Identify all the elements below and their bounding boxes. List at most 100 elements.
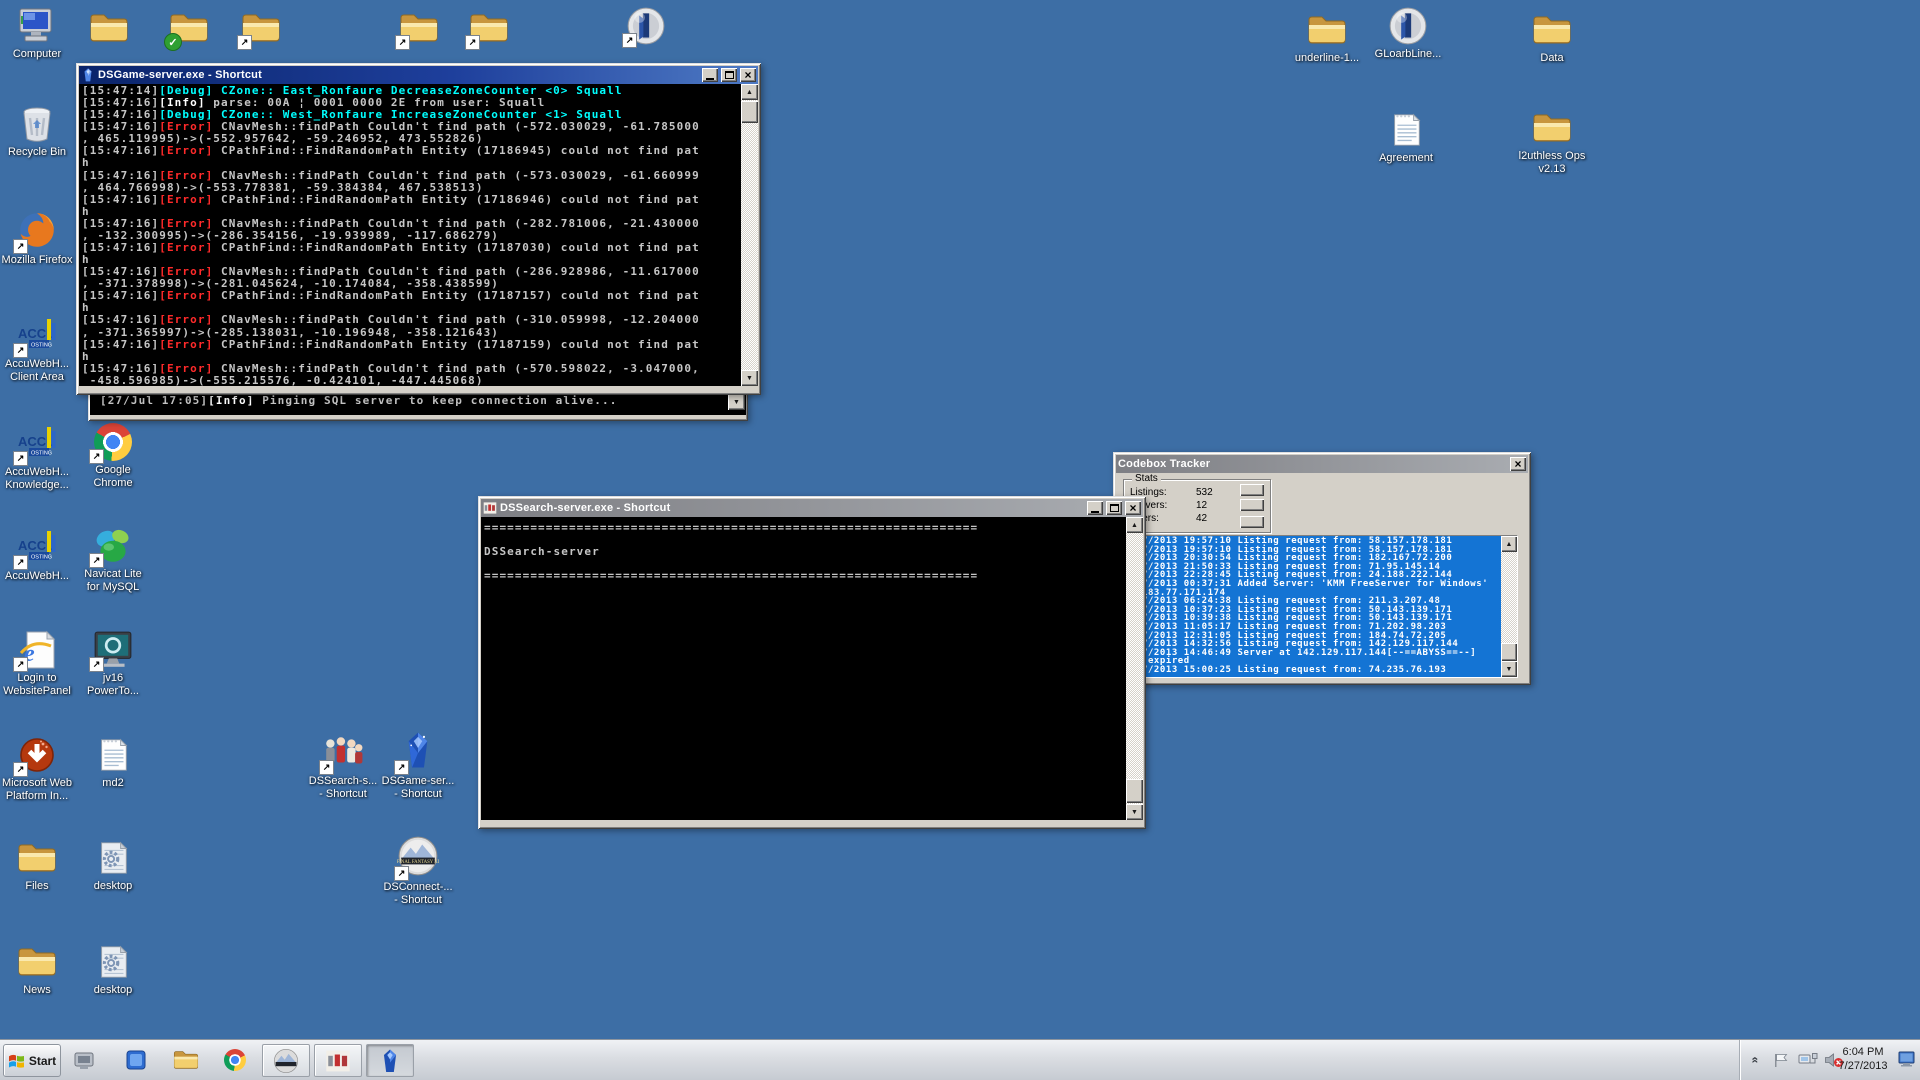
dsgame-console[interactable]: [15:47:14][Debug] CZone:: East_Ronfaure … — [79, 84, 758, 386]
taskbar[interactable]: Start « — [0, 1039, 1920, 1080]
web-platform-installer-icon: ↗ — [16, 735, 58, 775]
shortcut-arrow-icon: ↗ — [13, 343, 28, 358]
desktop-icon-underline[interactable]: underline-1... — [1288, 10, 1366, 65]
scroll-down-icon[interactable]: ▼ — [1126, 804, 1143, 820]
check-badge-icon: ✓ — [164, 33, 182, 51]
tray-flag-icon[interactable] — [1772, 1052, 1790, 1073]
shortcut-arrow-icon: ↗ — [319, 760, 334, 775]
desktop-icon-dsconnect-shortcut[interactable]: FINAL FANTASY XI ↗ DSConnect-... - Short… — [379, 833, 457, 907]
scroll-down-icon[interactable]: ▼ — [728, 394, 745, 410]
desktop-icon-dssearch-shortcut[interactable]: ↗ DSSearch-s... - Shortcut — [304, 733, 382, 801]
scroll-up-icon[interactable]: ▲ — [741, 84, 758, 100]
quicklaunch-chrome[interactable] — [222, 1047, 248, 1073]
desktop-icon-computer[interactable]: Computer — [0, 6, 76, 61]
window-dsgame-server[interactable]: DSGame-server.exe - Shortcut × [15:47:14… — [76, 63, 761, 395]
desktop-icon-accuweb-third[interactable]: ACCUOSTING ↗ AccuWebH... — [0, 528, 76, 583]
desktop-icon-l2uthless[interactable]: l2uthless Ops v2.13 — [1513, 108, 1591, 176]
desktop-icon-folder-shortcut-2[interactable]: ↗ — [380, 8, 458, 48]
quicklaunch-system-tool[interactable] — [71, 1047, 97, 1073]
dsgame-titlebar[interactable]: DSGame-server.exe - Shortcut × — [79, 66, 758, 84]
icon-label: jv16 PowerTo... — [87, 672, 139, 698]
quicklaunch-explorer[interactable] — [173, 1047, 199, 1073]
scroll-thumb[interactable] — [1126, 779, 1143, 803]
chrome-icon: ↗ — [92, 422, 134, 462]
desktop-icon-folder-1[interactable] — [70, 8, 148, 48]
silver-orb-icon — [1387, 6, 1429, 46]
recycle-bin-icon — [16, 104, 58, 144]
taskbar-button-dsconnect[interactable] — [262, 1044, 310, 1077]
desktop-icon-accuweb-client[interactable]: ACCUOSTING ↗ AccuWebH... Client Area — [0, 316, 76, 384]
desktop-icon-desktop-ini-1[interactable]: desktop — [74, 838, 152, 893]
stat-users-value: 42 — [1196, 513, 1207, 524]
folder-shortcut-icon: ↗ — [240, 8, 282, 48]
desktop-icon-folder-shortcut-3[interactable]: ↗ — [450, 8, 528, 48]
scroll-down-icon[interactable]: ▼ — [1501, 661, 1517, 677]
scroll-down-icon[interactable]: ▼ — [741, 370, 758, 386]
tray-network-icon[interactable] — [1798, 1052, 1818, 1073]
window-codebox-tracker[interactable]: Codebox Tracker × Stats Listings: 532 Se… — [1113, 452, 1531, 685]
taskbar-button-dssearch[interactable] — [314, 1044, 362, 1077]
desktop[interactable]: Computer ✓ ↗ ↗ ↗ ↗ — [0, 0, 1920, 1080]
window-dssearch-server[interactable]: DSSearch-server.exe - Shortcut × =======… — [478, 496, 1146, 829]
maximize-button[interactable] — [721, 68, 737, 82]
silver-orb-icon: ↗ — [625, 6, 667, 46]
desktop-icon-ms-web-platform[interactable]: ↗ Microsoft Web Platform In... — [0, 735, 76, 803]
shortcut-arrow-icon: ↗ — [394, 866, 409, 881]
icon-label: News — [23, 984, 51, 997]
tracker-log-listbox[interactable]: 7/2013 19:57:10 Listing request from: 58… — [1123, 535, 1518, 678]
desktop-icon-jv16[interactable]: ↗ jv16 PowerTo... — [74, 630, 152, 698]
desktop-icon-files[interactable]: Files — [0, 838, 76, 893]
codebox-titlebar[interactable]: Codebox Tracker × — [1116, 455, 1528, 473]
start-button[interactable]: Start — [3, 1044, 61, 1077]
dsgame-console-output: [15:47:14][Debug] CZone:: East_Ronfaure … — [79, 84, 741, 386]
icon-label: Files — [25, 880, 48, 893]
text-document-icon — [92, 735, 134, 775]
desktop-icon-md2[interactable]: md2 — [74, 735, 152, 790]
shortcut-arrow-icon: ↗ — [13, 762, 28, 777]
maximize-button[interactable] — [1106, 501, 1122, 515]
desktop-icon-folder-checked[interactable]: ✓ — [150, 8, 228, 48]
quicklaunch-blue-app[interactable] — [123, 1047, 149, 1073]
shortcut-arrow-icon: ↗ — [395, 35, 410, 50]
desktop-icon-login-websitepanel[interactable]: e ↗ Login to WebsitePanel — [0, 630, 76, 698]
desktop-icon-navicat[interactable]: ↗ Navicat Lite for MySQL — [74, 526, 152, 594]
stats-button-3[interactable] — [1240, 516, 1264, 528]
close-button[interactable]: × — [740, 68, 756, 82]
show-desktop-button[interactable] — [1898, 1050, 1918, 1073]
minimize-button[interactable] — [702, 68, 718, 82]
desktop-icon-desktop-ini-2[interactable]: desktop — [74, 942, 152, 997]
shortcut-arrow-icon: ↗ — [622, 33, 637, 48]
dssearch-console[interactable]: ========================================… — [481, 517, 1143, 820]
icon-label: l2uthless Ops v2.13 — [1519, 150, 1586, 176]
desktop-icon-app-shortcut-top[interactable]: ↗ — [607, 6, 685, 46]
scroll-thumb[interactable] — [741, 101, 758, 123]
dsgame-scrollbar[interactable]: ▲ ▼ — [741, 84, 758, 386]
clock-time: 6:04 PM — [1832, 1045, 1894, 1059]
desktop-icon-folder-shortcut-1[interactable]: ↗ — [222, 8, 300, 48]
text-document-icon — [1385, 110, 1427, 150]
desktop-icon-gloarbline[interactable]: GLoarbLine... — [1369, 6, 1447, 61]
tray-clock[interactable]: 6:04 PM 7/27/2013 — [1832, 1045, 1894, 1073]
close-button[interactable]: × — [1125, 501, 1141, 515]
desktop-icon-agreement[interactable]: Agreement — [1367, 110, 1445, 165]
desktop-icon-firefox[interactable]: ↗ Mozilla Firefox — [0, 208, 76, 267]
scroll-up-icon[interactable]: ▲ — [1501, 536, 1517, 552]
tray-chevron-icon[interactable]: « — [1748, 1057, 1762, 1064]
close-button[interactable]: × — [1510, 457, 1526, 471]
taskbar-button-dsgame[interactable] — [366, 1044, 414, 1077]
desktop-icon-recycle-bin[interactable]: Recycle Bin — [0, 104, 76, 159]
stats-button-2[interactable] — [1240, 499, 1264, 511]
scroll-up-icon[interactable]: ▲ — [1126, 517, 1143, 533]
dssearch-scrollbar[interactable]: ▲ ▼ — [1126, 517, 1143, 820]
stats-button-1[interactable] — [1240, 484, 1264, 496]
minimize-button[interactable] — [1087, 501, 1103, 515]
desktop-icon-data[interactable]: Data — [1513, 10, 1591, 65]
scroll-thumb[interactable] — [1501, 643, 1517, 661]
dssearch-titlebar[interactable]: DSSearch-server.exe - Shortcut × — [481, 499, 1143, 517]
codebox-client: Stats Listings: 532 Servers: 12 Users: 4… — [1116, 473, 1528, 656]
desktop-icon-chrome[interactable]: ↗ Google Chrome — [74, 422, 152, 490]
desktop-icon-accuweb-knowledge[interactable]: ACCUOSTING ↗ AccuWebH... Knowledge... — [0, 424, 76, 492]
tracker-log-scrollbar[interactable]: ▲ ▼ — [1501, 536, 1517, 677]
desktop-icon-dsgame-shortcut[interactable]: ↗ DSGame-ser... - Shortcut — [379, 728, 457, 801]
desktop-icon-news[interactable]: News — [0, 942, 76, 997]
